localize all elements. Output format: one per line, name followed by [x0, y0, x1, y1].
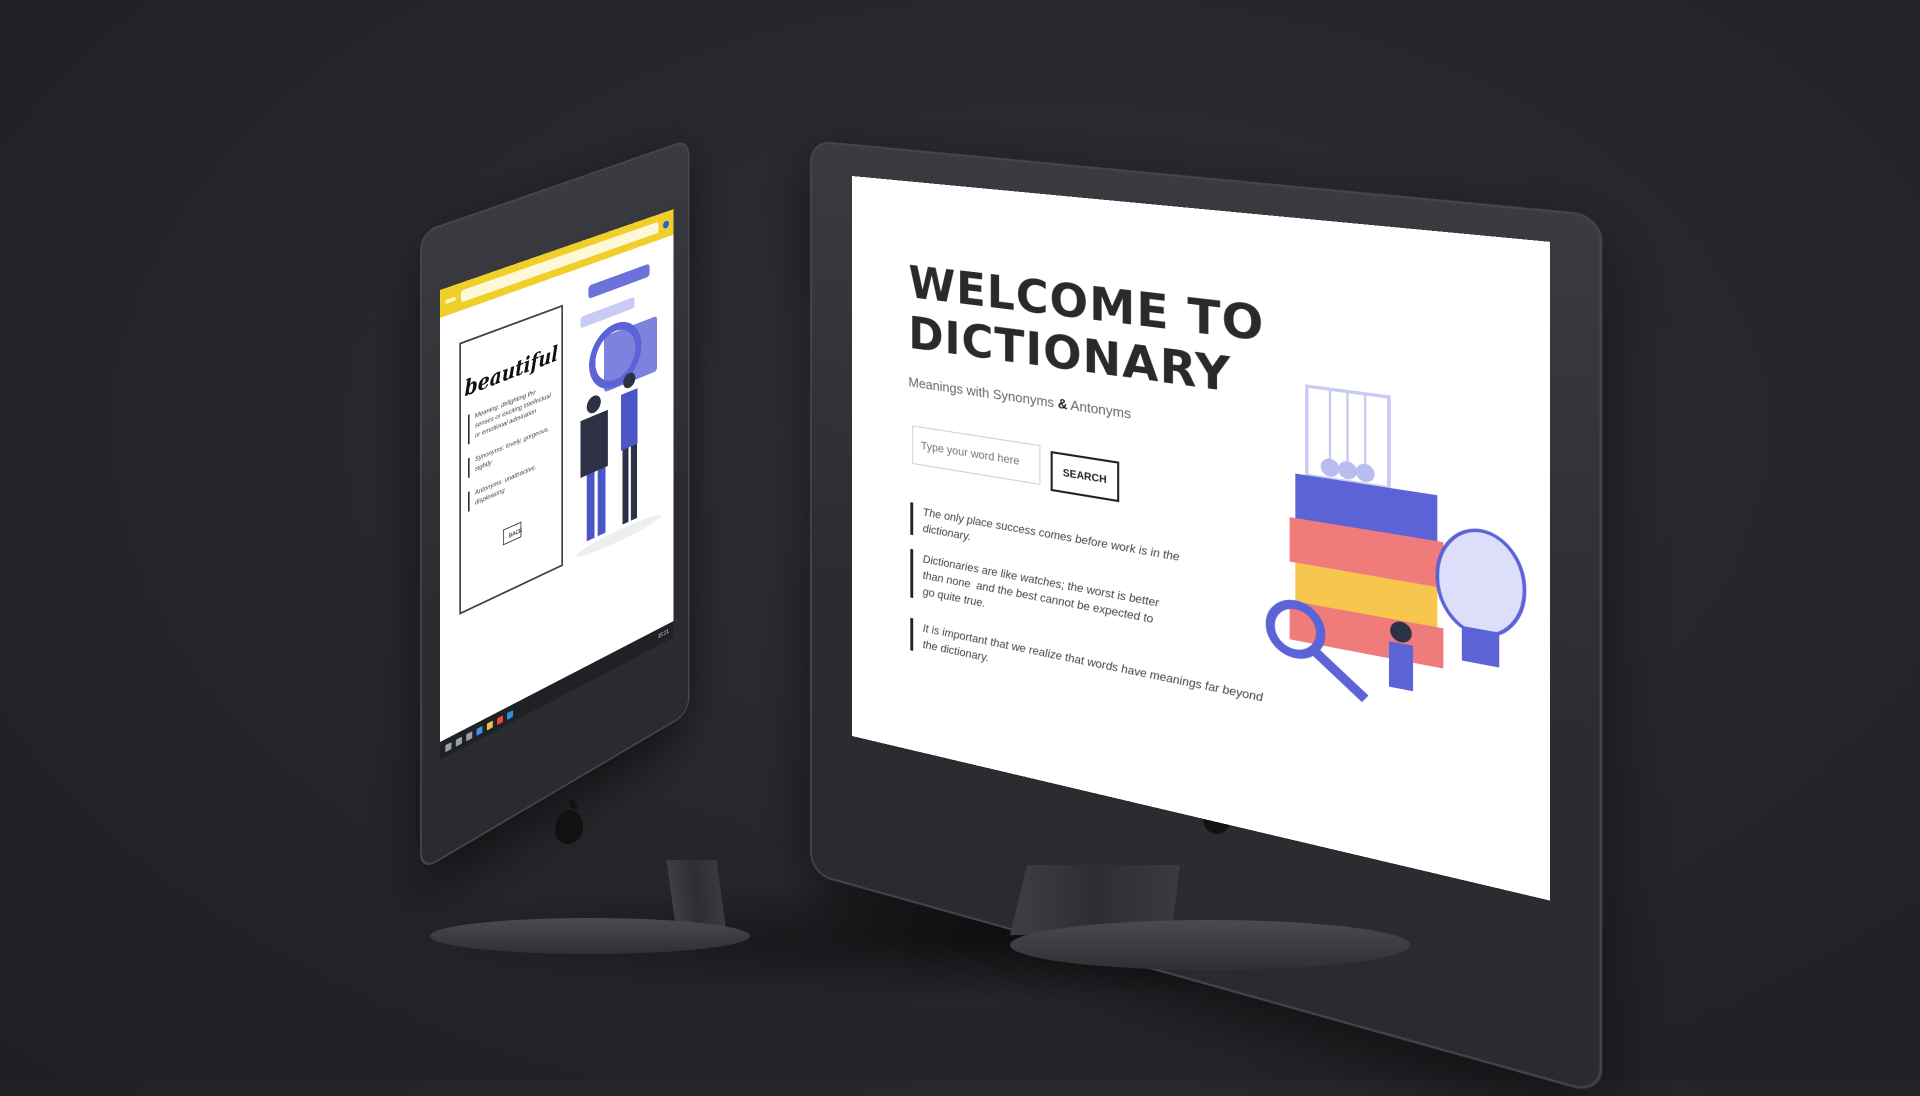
vscode-icon[interactable] — [507, 709, 513, 720]
left-apple-logo — [555, 808, 583, 846]
back-button[interactable]: BACK — [502, 521, 522, 546]
taskbar-clock: 15:21 — [657, 628, 669, 641]
subtitle-ampersand: & — [1057, 395, 1068, 413]
folder-icon[interactable] — [486, 720, 493, 731]
edge-icon[interactable] — [476, 725, 483, 736]
chrome-icon[interactable] — [497, 714, 503, 725]
search-button[interactable]: SEARCH — [1050, 450, 1120, 503]
search-icon[interactable] — [455, 736, 462, 747]
quote-3: It is important that we realize that wor… — [910, 617, 1267, 726]
task-view-icon[interactable] — [466, 730, 473, 741]
books-lightbulb-illustration — [1261, 358, 1537, 780]
browser-menu-icon[interactable] — [663, 219, 669, 230]
right-stand-base — [1010, 920, 1410, 970]
browser-tab[interactable] — [445, 296, 456, 305]
search-people-illustration — [572, 263, 661, 562]
word-card: beautiful Meaning: delighting the senses… — [459, 304, 563, 615]
start-icon[interactable] — [445, 741, 452, 752]
subtitle-text-1: Meanings with Synonyms — [908, 374, 1058, 412]
subtitle-text-2: Antonyms — [1067, 396, 1132, 422]
left-stand-base — [430, 918, 750, 954]
search-input[interactable] — [912, 425, 1041, 486]
